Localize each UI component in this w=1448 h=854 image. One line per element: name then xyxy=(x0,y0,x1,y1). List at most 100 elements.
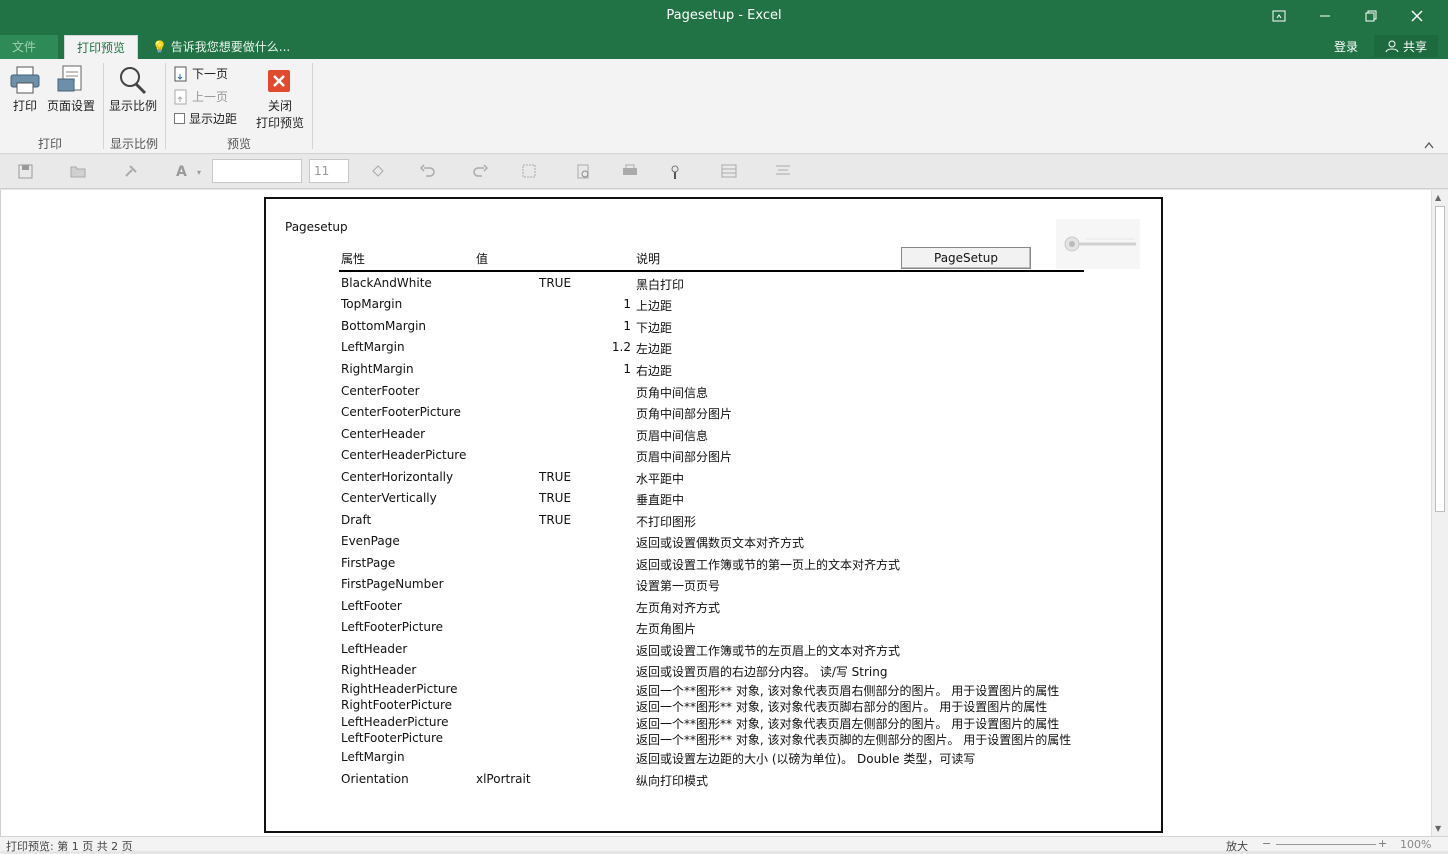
tell-me-text: 告诉我您想要做什么... xyxy=(170,40,291,54)
show-margins-label: 显示边距 xyxy=(189,112,238,126)
close-print-preview-button[interactable]: 关闭 打印预览 xyxy=(256,63,304,131)
minimize-icon xyxy=(1320,15,1330,17)
pagesetup-sheet-button[interactable]: PageSetup xyxy=(901,247,1031,269)
page-setup-label: 页面设置 xyxy=(47,99,96,113)
row-description: 下边距 xyxy=(636,321,673,335)
ribbon-display-options-button[interactable] xyxy=(1256,0,1302,32)
row-value: TRUE xyxy=(539,491,572,505)
row-property: LeftFooterPicture xyxy=(341,620,444,634)
font-size-box[interactable]: 11 xyxy=(309,159,349,183)
touch-mode-icon[interactable] xyxy=(668,164,682,184)
row-property: CenterFooter xyxy=(341,384,420,398)
close-preview-label-2: 打印预览 xyxy=(256,116,305,130)
row-value: 1.2 xyxy=(611,340,631,354)
row-description: 返回一个**图形** 对象, 该对象代表页眉右侧部分的图片。 用于设置图片的属性 xyxy=(636,684,1060,698)
font-name-box[interactable] xyxy=(212,159,302,183)
next-page-icon xyxy=(174,66,187,81)
chevron-down-icon[interactable]: ▾ xyxy=(197,168,201,177)
previous-page-button[interactable]: 上一页 xyxy=(174,88,228,105)
format-painter-icon[interactable] xyxy=(124,164,138,182)
fill-color-icon[interactable] xyxy=(370,164,386,182)
print-preview-icon[interactable] xyxy=(577,164,591,184)
font-color-icon[interactable]: A xyxy=(176,164,187,180)
header-property: 属性 xyxy=(341,252,366,266)
checkbox-box[interactable] xyxy=(174,113,185,124)
next-page-button[interactable]: 下一页 xyxy=(174,65,228,82)
row-description: 不打印图形 xyxy=(636,515,697,529)
row-property: BottomMargin xyxy=(341,319,427,333)
sheet-title: Pagesetup xyxy=(285,220,348,234)
share-button[interactable]: 共享 xyxy=(1374,35,1438,57)
row-property: LeftMargin xyxy=(341,340,405,354)
window-title: Pagesetup - Excel xyxy=(666,8,782,23)
open-folder-icon[interactable] xyxy=(70,164,86,182)
tab-file[interactable]: 文件 xyxy=(0,35,58,59)
table-row: FirstPageNumber 设置第一页页号 xyxy=(0,577,1448,593)
row-description: 返回一个**图形** 对象, 该对象代表页脚右部分的图片。 用于设置图片的属性 xyxy=(636,700,1048,714)
quick-print-icon[interactable] xyxy=(622,164,638,182)
print-button[interactable]: 打印 xyxy=(9,63,41,114)
table-row: LeftFooter 左页角对齐方式 xyxy=(0,599,1448,615)
collapse-ribbon-icon[interactable] xyxy=(1424,139,1434,152)
close-window-button[interactable] xyxy=(1394,0,1440,32)
page-setup-icon xyxy=(55,63,87,97)
row-description: 返回一个**图形** 对象, 该对象代表页脚的左侧部分的图片。 用于设置图片的属… xyxy=(636,733,1072,747)
zoom-out-icon[interactable]: − xyxy=(1262,837,1271,850)
row-description: 页眉中间部分图片 xyxy=(636,450,733,464)
row-value: 1 xyxy=(623,297,631,311)
share-label: 共享 xyxy=(1402,39,1427,54)
table-row: LeftFooterPicture 返回一个**图形** 对象, 该对象代表页脚的… xyxy=(0,731,1448,747)
group-label-preview: 预览 xyxy=(227,137,252,151)
row-description: 返回或设置工作簿或节的左页眉上的文本对齐方式 xyxy=(636,644,901,658)
person-icon xyxy=(1385,40,1399,53)
zoom-percent: 100% xyxy=(1400,838,1432,851)
table-row: CenterHeader 页眉中间信息 xyxy=(0,427,1448,443)
zoom-button[interactable]: 显示比例 xyxy=(109,63,157,114)
row-property: LeftHeaderPicture xyxy=(341,715,449,729)
sign-in-link[interactable]: 登录 xyxy=(1334,38,1358,55)
tell-me-box[interactable]: 💡 告诉我您想要做什么... xyxy=(152,38,290,55)
table-row: LeftMargin 1.2 左边距 xyxy=(0,340,1448,356)
row-description: 返回或设置左边距的大小 (以磅为单位)。 Double 类型，可读写 xyxy=(636,752,976,766)
previous-page-label: 上一页 xyxy=(192,90,229,104)
previous-page-icon xyxy=(174,89,187,104)
show-margins-checkbox[interactable]: 显示边距 xyxy=(174,110,237,127)
row-description: 右边距 xyxy=(636,364,673,378)
row-property: LeftHeader xyxy=(341,642,408,656)
borders-icon[interactable] xyxy=(522,164,536,182)
table-row: Orientation xlPortrait 纵向打印模式 xyxy=(0,772,1448,788)
scroll-down-icon[interactable]: ▼ xyxy=(1435,824,1441,833)
row-property: LeftFooter xyxy=(341,599,402,613)
header-underline xyxy=(339,270,1084,272)
row-description: 页角中间信息 xyxy=(636,386,709,400)
scroll-up-icon[interactable]: ▲ xyxy=(1435,193,1441,202)
tab-print-preview[interactable]: 打印预览 xyxy=(64,35,139,59)
restore-button[interactable] xyxy=(1348,0,1394,32)
align-icon[interactable] xyxy=(775,164,791,180)
table-row: LeftFooterPicture 左页角图片 xyxy=(0,620,1448,636)
table-row: LeftHeader 返回或设置工作簿或节的左页眉上的文本对齐方式 xyxy=(0,642,1448,658)
row-description: 纵向打印模式 xyxy=(636,774,709,788)
sort-icon[interactable] xyxy=(721,164,737,182)
row-property: CenterVertically xyxy=(341,491,437,505)
header-description: 说明 xyxy=(636,252,661,266)
redo-icon[interactable] xyxy=(472,164,489,182)
vertical-scrollbar[interactable]: ▲ ▼ xyxy=(1431,190,1448,836)
zoom-plus-icon[interactable]: + xyxy=(1378,837,1387,850)
page-setup-button[interactable]: 页面设置 xyxy=(47,63,95,114)
row-description: 左页角对齐方式 xyxy=(636,601,721,615)
group-label-zoom: 显示比例 xyxy=(110,137,159,151)
save-icon[interactable] xyxy=(18,164,33,183)
row-property: Draft xyxy=(341,513,372,527)
minimize-button[interactable] xyxy=(1302,0,1348,32)
row-property: TopMargin xyxy=(341,297,403,311)
undo-icon[interactable] xyxy=(419,164,436,182)
scrollbar-thumb[interactable] xyxy=(1435,206,1445,512)
zoom-in-label[interactable]: 放大 xyxy=(1226,838,1248,854)
row-value: TRUE xyxy=(539,276,572,290)
zoom-slider[interactable] xyxy=(1276,844,1376,845)
row-description: 左边距 xyxy=(636,342,673,356)
sheet-logo-image xyxy=(1056,219,1140,269)
magnifier-icon xyxy=(117,63,149,97)
row-property: FirstPageNumber xyxy=(341,577,444,591)
